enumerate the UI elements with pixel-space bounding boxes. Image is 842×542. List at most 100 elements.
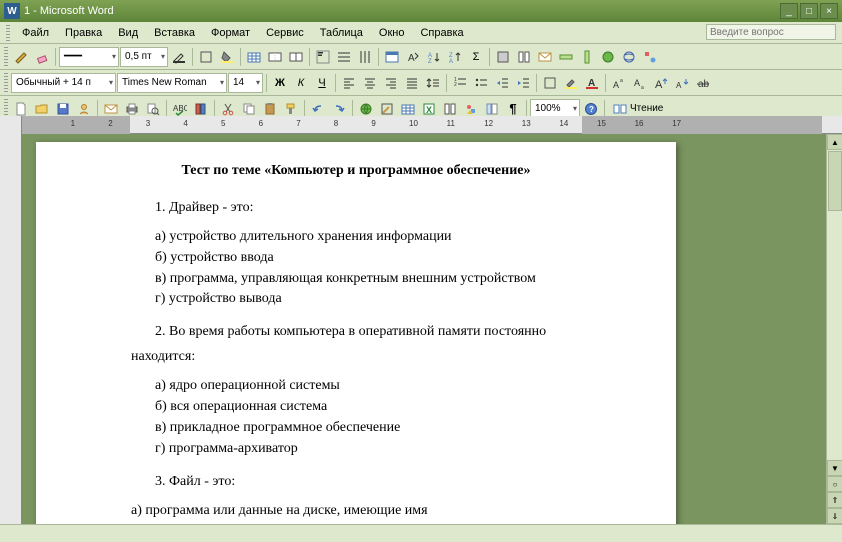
shading-color-icon[interactable] [217,47,237,67]
minimize-button[interactable]: _ [780,3,798,19]
insert-hyperlink-icon[interactable] [619,47,639,67]
font-color-icon[interactable]: A [582,73,602,93]
ruler-number: 10 [409,119,418,128]
autosum-icon[interactable]: Σ [466,47,486,67]
font-select[interactable]: Times New Roman [117,73,227,93]
sort-asc-icon[interactable]: AZ [424,47,444,67]
menu-file[interactable]: Файл [14,25,57,41]
language-icon[interactable] [598,47,618,67]
document-area: 1234567891011121314151617 Тест по теме «… [22,116,842,524]
strikethrough-icon[interactable]: ab [693,73,713,93]
envelope-icon[interactable] [535,47,555,67]
align-center-icon[interactable] [360,73,380,93]
line-spacing-icon[interactable] [423,73,443,93]
maximize-button[interactable]: □ [800,3,818,19]
align-justify-icon[interactable] [402,73,422,93]
question-1-prompt: 1. Драйвер - это: [155,199,581,218]
menu-view[interactable]: Вид [110,25,146,41]
menu-format[interactable]: Формат [203,25,258,41]
distribute-cols-icon[interactable] [355,47,375,67]
highlight-icon[interactable] [561,73,581,93]
menu-window[interactable]: Окно [371,25,413,41]
scroll-up-button[interactable]: ▲ [827,134,842,150]
q2-option-a: а) ядро операционной системы [155,377,581,396]
draw-table-icon[interactable] [11,47,31,67]
align-top-left-icon[interactable] [313,47,333,67]
distribute-rows-icon[interactable] [334,47,354,67]
increase-indent-icon[interactable] [513,73,533,93]
menubar-grip[interactable] [6,25,10,41]
ruler-left-margin [22,116,130,134]
vertical-scrollbar[interactable]: ▲ ▼ ○ ⇑ ⇓ [826,134,842,524]
menu-tools[interactable]: Сервис [258,25,312,41]
page-scroll[interactable]: Тест по теме «Компьютер и программное об… [22,134,826,524]
drawing-toolbar-icon[interactable] [640,47,660,67]
ruler-right-margin [582,116,822,134]
align-right-icon[interactable] [381,73,401,93]
merge-cells-icon[interactable] [265,47,285,67]
scroll-down-button[interactable]: ▼ [827,460,842,476]
next-page-button[interactable]: ⇓ [827,508,842,524]
toolbar-separator [166,100,167,118]
sort-desc-icon[interactable]: ZA [445,47,465,67]
insert-rows-icon[interactable] [556,47,576,67]
columns-icon[interactable] [514,47,534,67]
bullets-icon[interactable] [471,73,491,93]
menu-table[interactable]: Таблица [312,25,371,41]
q2-option-c: в) прикладное программное обеспечение [155,419,581,438]
question-3-prompt: 3. Файл - это: [155,473,581,492]
svg-text:Z: Z [428,59,432,64]
toolbar-grip[interactable] [4,73,8,93]
line-style-select[interactable]: ━━━ [59,47,119,67]
svg-text:A: A [408,53,415,64]
close-button[interactable]: × [820,3,838,19]
toolbar-separator [192,48,193,66]
italic-button[interactable]: К [291,73,311,93]
vertical-ruler[interactable] [0,116,22,524]
toolbar-separator [266,74,267,92]
horizontal-ruler[interactable]: 1234567891011121314151617 [22,116,842,134]
shrink-font-icon[interactable]: A [672,73,692,93]
outside-border-icon[interactable] [540,73,560,93]
shading-icon[interactable] [493,47,513,67]
toolbar-separator [97,100,98,118]
outside-border-icon[interactable] [196,47,216,67]
border-color-icon[interactable] [169,47,189,67]
text-direction-icon[interactable]: A [403,47,423,67]
insert-table-icon[interactable] [244,47,264,67]
eraser-icon[interactable] [32,47,52,67]
prev-page-button[interactable]: ⇑ [827,492,842,508]
toolbar-separator [309,48,310,66]
browse-object-button[interactable]: ○ [827,476,842,492]
style-select[interactable]: Обычный + 14 п [11,73,116,93]
menu-insert[interactable]: Вставка [146,25,203,41]
line-weight-select[interactable]: 0,5 пт [120,47,168,67]
toolbar-grip[interactable] [4,47,8,67]
toolbar-separator [604,100,605,118]
toolbar-separator [214,100,215,118]
toolbar-separator [489,48,490,66]
document-page[interactable]: Тест по теме «Компьютер и программное об… [36,142,676,524]
table-autoformat-icon[interactable] [382,47,402,67]
decrease-indent-icon[interactable] [492,73,512,93]
subscript-icon[interactable]: Aa [630,73,650,93]
menu-help[interactable]: Справка [412,25,471,41]
superscript-icon[interactable]: Aa [609,73,629,93]
scroll-thumb[interactable] [828,151,842,211]
toolbar-tables: ━━━ 0,5 пт A AZ ZA Σ [0,44,842,70]
help-search-input[interactable] [706,24,836,40]
underline-button[interactable]: Ч [312,73,332,93]
svg-text:A: A [676,81,682,90]
grow-font-icon[interactable]: A [651,73,671,93]
bold-button[interactable]: Ж [270,73,290,93]
app-icon: W [4,3,20,19]
numbering-icon[interactable]: 12 [450,73,470,93]
insert-cols-icon[interactable] [577,47,597,67]
split-cells-icon[interactable] [286,47,306,67]
ruler-number: 5 [221,119,225,128]
menu-edit[interactable]: Правка [57,25,110,41]
font-size-select[interactable]: 14 [228,73,263,93]
svg-text:A: A [613,80,619,90]
align-left-icon[interactable] [339,73,359,93]
toolbar-separator [378,48,379,66]
